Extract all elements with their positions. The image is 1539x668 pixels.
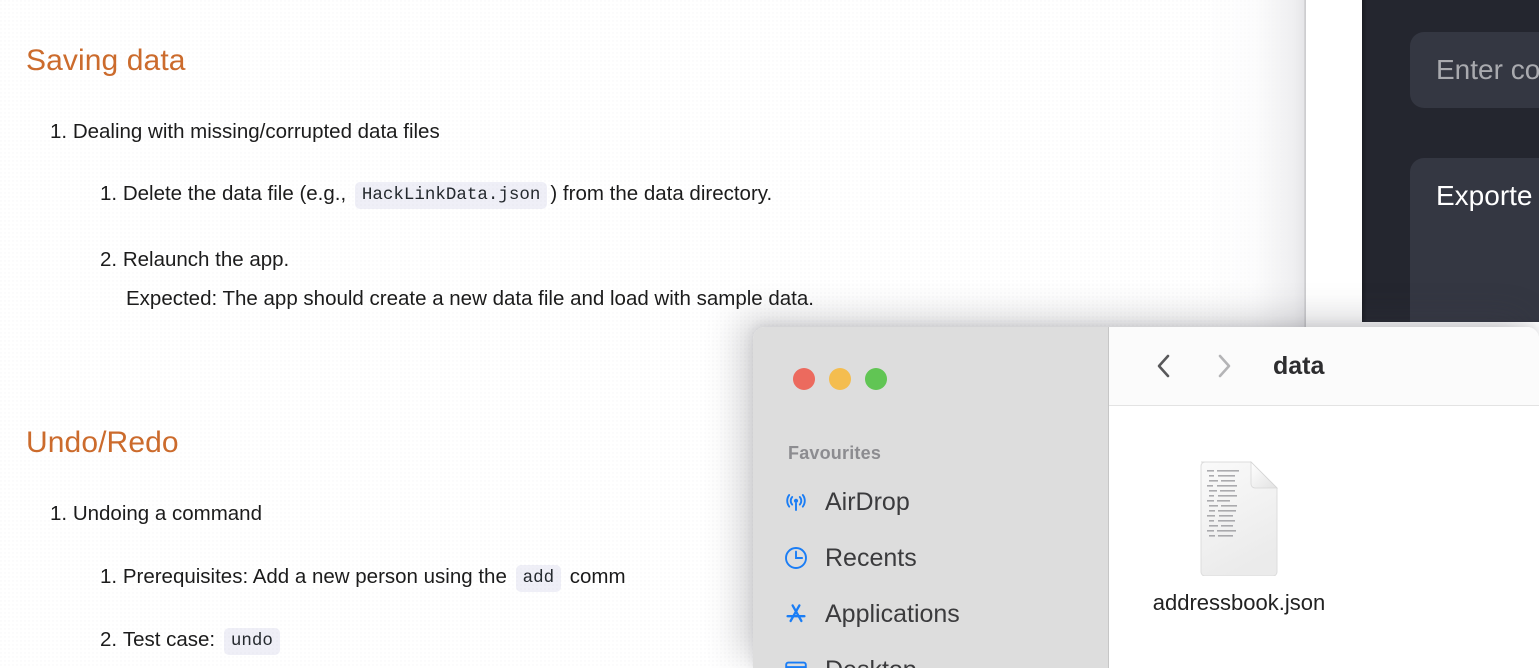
forward-navigation-button[interactable]: [1207, 349, 1241, 383]
list-marker: 2.: [100, 628, 118, 651]
file-item[interactable]: addressbook.json: [1139, 458, 1339, 616]
heading-undo-redo: Undo/Redo: [26, 426, 179, 459]
code-chip-undo: undo: [223, 628, 280, 655]
sidebar-item-label: Recents: [825, 543, 917, 572]
list-item-text: Dealing with missing/corrupted data file…: [72, 120, 440, 143]
app-window-edge-shadow: [1362, 0, 1367, 322]
finder-toolbar: data: [1109, 327, 1539, 406]
sidebar-section-favourites: Favourites: [788, 443, 882, 463]
close-window-button[interactable]: [793, 368, 815, 390]
list-marker: 1.: [50, 120, 68, 143]
back-navigation-button[interactable]: [1147, 349, 1181, 383]
sidebar-item-label: Desktop: [825, 656, 917, 668]
list-item-delete-data-file: 1. Delete the data file (e.g., HackLinkD…: [100, 180, 773, 209]
json-document-icon: [1193, 458, 1285, 577]
list-item-test-case-undo: 2. Test case: undo: [100, 626, 283, 655]
expected-result-text: Expected: The app should create a new da…: [126, 287, 814, 310]
list-item-prerequisites-add-person: 1. Prerequisites: Add a new person using…: [100, 563, 626, 592]
result-display-text: Exporte: [1436, 180, 1533, 211]
file-name-label: addressbook.json: [1152, 590, 1326, 615]
list-item-text: Undoing a command: [72, 502, 262, 525]
finder-window[interactable]: Favourites AirDrop Recents Applications …: [753, 327, 1539, 668]
result-display-box: Exporte: [1410, 158, 1539, 322]
text-fragment: Prerequisites: Add a new person using th…: [122, 565, 513, 588]
finder-content-area: data addressbook.json: [1109, 327, 1539, 668]
finder-window-title: data: [1273, 351, 1325, 380]
desktop-icon: [781, 655, 811, 668]
list-item-text: Relaunch the app.: [122, 248, 290, 271]
list-item-undoing-a-command: 1. Undoing a command: [50, 500, 262, 528]
applications-icon: [781, 599, 811, 629]
sidebar-item-desktop[interactable]: Desktop: [781, 650, 1101, 668]
sidebar-item-recents[interactable]: Recents: [781, 538, 1101, 578]
code-chip-add: add: [515, 565, 562, 592]
list-marker: 1.: [50, 502, 68, 525]
maximize-window-button[interactable]: [865, 368, 887, 390]
clock-icon: [781, 543, 811, 573]
heading-saving-data: Saving data: [26, 44, 186, 77]
text-fragment: Test case:: [122, 628, 221, 651]
sidebar-item-applications[interactable]: Applications: [781, 594, 1101, 634]
finder-sidebar: Favourites AirDrop Recents Applications: [753, 327, 1108, 668]
list-item-dealing-with-missing-files: 1. Dealing with missing/corrupted data f…: [50, 118, 440, 146]
text-fragment: Delete the data file (e.g.,: [122, 182, 352, 205]
minimize-window-button[interactable]: [829, 368, 851, 390]
sidebar-item-label: AirDrop: [825, 487, 910, 516]
sidebar-item-label: Applications: [825, 599, 960, 628]
airdrop-icon: [781, 487, 811, 517]
list-marker: 2.: [100, 248, 118, 271]
window-controls[interactable]: [793, 368, 887, 390]
sidebar-item-airdrop[interactable]: AirDrop: [781, 482, 1101, 522]
file-grid: addressbook.json: [1109, 406, 1539, 668]
list-marker: 1.: [100, 182, 118, 205]
text-fragment: ) from the data directory.: [550, 182, 773, 205]
list-marker: 1.: [100, 565, 118, 588]
command-input-box[interactable]: Enter co: [1410, 32, 1539, 108]
command-input-placeholder: Enter co: [1436, 54, 1539, 85]
text-fragment: comm: [564, 565, 626, 588]
list-item-relaunch-app: 2. Relaunch the app.: [100, 246, 289, 274]
code-chip-hacklinkdata-json: HackLinkData.json: [354, 182, 548, 209]
app-window[interactable]: Enter co Exporte: [1362, 0, 1539, 322]
